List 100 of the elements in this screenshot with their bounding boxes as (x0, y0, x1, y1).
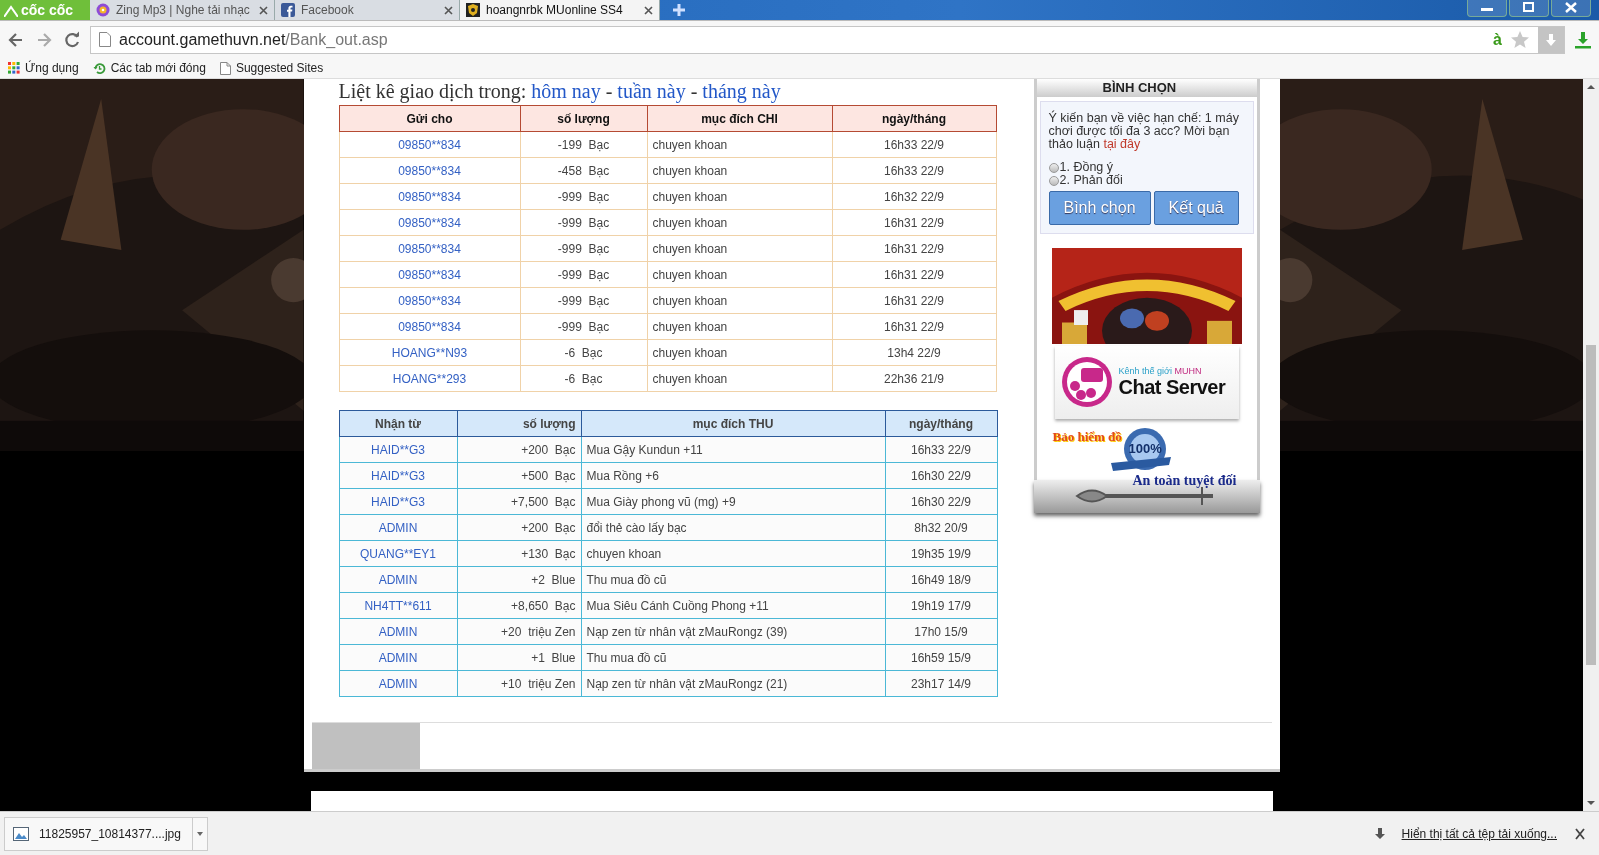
amount-cell: +1 Blue (457, 644, 581, 671)
amount-cell: +200 Bạc (457, 514, 581, 541)
time-cell: 16h33 22/9 (885, 436, 997, 463)
time-cell: 16h33 22/9 (832, 157, 996, 184)
caret-icon[interactable] (197, 832, 203, 836)
reload-icon[interactable] (62, 29, 82, 50)
account-link[interactable]: HAID**G3 (339, 462, 457, 489)
account-link[interactable]: 09850**834 (339, 131, 520, 158)
amount-cell: +8,650 Bạc (457, 592, 581, 619)
column-header: mục đích CHI (647, 105, 832, 132)
account-link[interactable]: HOANG**293 (339, 365, 520, 392)
account-link[interactable]: 09850**834 (339, 183, 520, 210)
address-bar[interactable]: account.gamethuvn.net/Bank_out.asp à (90, 25, 1565, 54)
chat-server-banner[interactable]: Kênh thế giới MUHN Chat Server (1054, 346, 1239, 419)
option-label[interactable]: 1. Đồng ý (1059, 161, 1113, 174)
option-label[interactable]: 2. Phản đối (1059, 174, 1123, 187)
account-link[interactable]: NH4TT**611 (339, 592, 457, 619)
insurance-text: Bảo hiểm đồ (1052, 428, 1122, 445)
account-link[interactable]: HAID**G3 (339, 488, 457, 515)
bookmark-link[interactable]: Ứng dụng (25, 61, 79, 75)
download-item[interactable]: 11825957_10814377....jpg (4, 817, 208, 851)
close-icon[interactable] (644, 5, 653, 15)
scroll-up-icon[interactable] (1586, 82, 1596, 92)
browser-tab[interactable]: Facebook (275, 0, 460, 20)
time-cell: 19h19 17/9 (885, 592, 997, 619)
time-cell: 16h30 22/9 (885, 488, 997, 515)
star-icon[interactable] (1510, 29, 1530, 50)
purpose-cell: chuyen khoan (647, 235, 832, 262)
scrollbar[interactable] (1583, 79, 1599, 811)
time-cell: 13h4 22/9 (832, 339, 996, 366)
radio-button[interactable] (1048, 162, 1059, 173)
account-link[interactable]: 09850**834 (339, 261, 520, 288)
amount-cell: +7,500 Bạc (457, 488, 581, 515)
column-header: Nhận từ (339, 410, 457, 437)
account-link[interactable]: 09850**834 (339, 313, 520, 340)
banner-title: Chat Server (1118, 375, 1226, 399)
download-icon[interactable] (1573, 29, 1593, 50)
amount-cell: -6 Bạc (520, 339, 647, 366)
amount-cell: +200 Bạc (457, 436, 581, 463)
apps-grid-icon (8, 62, 20, 74)
restore-icon[interactable] (1509, 0, 1549, 17)
close-icon[interactable] (259, 5, 268, 15)
time-cell: 23h17 14/9 (885, 670, 997, 697)
period-link[interactable]: tuần này (617, 80, 686, 102)
minimize-icon[interactable] (1467, 0, 1507, 17)
separator-text: - (689, 80, 699, 102)
account-link[interactable]: ADMIN (339, 514, 457, 541)
time-cell: 16h49 18/9 (885, 566, 997, 593)
close-icon[interactable] (444, 5, 453, 15)
time-cell: 16h31 22/9 (832, 209, 996, 236)
account-link[interactable]: QUANG**EY1 (339, 540, 457, 567)
purpose-cell: Thu mua đồ cũ (581, 566, 885, 593)
column-header: số lượng (457, 410, 581, 437)
account-link[interactable]: HOANG**N93 (339, 339, 520, 366)
purpose-cell: Mua Gậy Kundun +11 (581, 436, 885, 463)
time-cell: 16h31 22/9 (832, 235, 996, 262)
period-link[interactable]: tháng này (702, 80, 781, 102)
account-link[interactable]: ADMIN (339, 670, 457, 697)
account-link[interactable]: ADMIN (339, 566, 457, 593)
amount-cell: -999 Bạc (520, 183, 647, 210)
column-header: Gửi cho (339, 105, 520, 132)
amount-cell: -999 Bạc (520, 313, 647, 340)
browser-tab[interactable]: hoangnrbk MUonline SS4 (460, 0, 660, 20)
amount-cell: -199 Bạc (520, 131, 647, 158)
scroll-down-icon[interactable] (1586, 798, 1596, 808)
radio-button[interactable] (1048, 175, 1059, 186)
purpose-cell: chuyen khoan (647, 365, 832, 392)
purpose-cell: chuyen khoan (647, 209, 832, 236)
show-all-downloads-link[interactable]: Hiển thị tất cả tệp tải xuống... (1401, 827, 1557, 841)
account-link[interactable]: ADMIN (339, 618, 457, 645)
period-link[interactable]: hôm nay (531, 80, 601, 102)
account-link[interactable]: 09850**834 (339, 235, 520, 262)
discussion-link[interactable]: tại đây (1103, 137, 1141, 151)
column-header: mục đích THU (581, 410, 885, 437)
account-link[interactable]: 09850**834 (339, 287, 520, 314)
account-link[interactable]: ADMIN (339, 644, 457, 671)
amount-cell: -999 Bạc (520, 287, 647, 314)
time-cell: 8h32 20/9 (885, 514, 997, 541)
amount-cell: +500 Bạc (457, 462, 581, 489)
time-cell: 16h30 22/9 (885, 462, 997, 489)
purpose-cell: chuyen khoan (647, 183, 832, 210)
amount-cell: -999 Bạc (520, 235, 647, 262)
banner-caption: Kênh thế giới MUHN (1118, 365, 1203, 376)
input-method-indicator[interactable]: à (1493, 30, 1502, 49)
amount-cell: +10 triệu Zen (457, 670, 581, 697)
amount-cell: -999 Bạc (520, 209, 647, 236)
time-cell: 22h36 21/9 (832, 365, 996, 392)
account-link[interactable]: 09850**834 (339, 157, 520, 184)
purpose-cell: chuyen khoan (647, 157, 832, 184)
account-link[interactable]: 09850**834 (339, 209, 520, 236)
purpose-cell: Nạp zen từ nhân vật zMauRongz (21) (581, 670, 885, 697)
bookmark-link[interactable]: Suggested Sites (235, 61, 324, 75)
purpose-cell: chuyen khoan (647, 131, 832, 158)
page-icon (219, 61, 231, 75)
account-link[interactable]: HAID**G3 (339, 436, 457, 463)
image-file-icon (13, 827, 29, 841)
bookmark-link[interactable]: Các tab mới đóng (110, 61, 206, 75)
close-icon[interactable] (1551, 0, 1591, 17)
time-cell: 19h35 19/9 (885, 540, 997, 567)
browser-tab[interactable]: Zing Mp3 | Nghe tải nhạc (90, 0, 275, 20)
